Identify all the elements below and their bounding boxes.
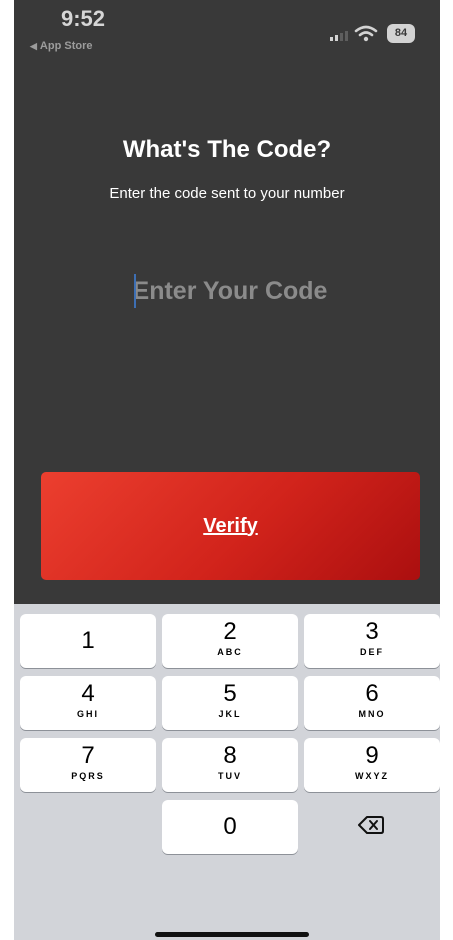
key-digit: 7: [81, 742, 95, 769]
key-digit: 9: [365, 742, 379, 769]
key-digit: 6: [365, 680, 379, 707]
back-label: App Store: [39, 40, 93, 52]
key-digit: 4: [81, 680, 95, 707]
key-6[interactable]: 6 MNO: [304, 676, 440, 730]
key-digit: 0: [223, 813, 237, 840]
key-letters: ABC: [217, 647, 243, 657]
status-bar: 9:52 ◀ App Store 84: [14, 0, 440, 60]
key-digit: 8: [223, 742, 237, 769]
text-cursor: [134, 274, 136, 308]
backspace-icon[interactable]: [356, 810, 386, 840]
key-2[interactable]: 2 ABC: [162, 614, 298, 668]
key-5[interactable]: 5 JKL: [162, 676, 298, 730]
cellular-signal-icon: [330, 31, 348, 41]
key-letters: PQRS: [71, 771, 105, 781]
status-time: 9:52: [61, 6, 106, 31]
key-9[interactable]: 9 WXYZ: [304, 738, 440, 792]
key-7[interactable]: 7 PQRS: [20, 738, 156, 792]
key-letters: DEF: [360, 647, 384, 657]
key-letters: WXYZ: [355, 771, 389, 781]
verify-button[interactable]: Verify: [41, 472, 420, 580]
key-3[interactable]: 3 DEF: [304, 614, 440, 668]
key-digit: 1: [81, 627, 95, 654]
battery-indicator: 84: [387, 24, 415, 43]
key-1[interactable]: 1: [20, 614, 156, 668]
key-digit: 5: [223, 680, 237, 707]
page-subtitle: Enter the code sent to your number: [109, 185, 345, 202]
key-4[interactable]: 4 GHI: [20, 676, 156, 730]
numeric-keyboard: 1 2 ABC 3 DEF 4 GHI 5 JKL 6 MNO 7 PQRS 8…: [14, 604, 440, 940]
key-digit: 3: [365, 618, 379, 645]
key-8[interactable]: 8 TUV: [162, 738, 298, 792]
back-to-app-store-link[interactable]: ◀ App Store: [30, 40, 92, 52]
back-arrow-icon: ◀: [30, 41, 37, 51]
wifi-icon: [354, 25, 378, 42]
page-title: What's The Code?: [122, 136, 332, 163]
phone-screen: 9:52 ◀ App Store 84 What's The Code? Ente…: [14, 0, 440, 940]
key-letters: TUV: [218, 771, 242, 781]
key-letters: JKL: [218, 709, 242, 719]
code-input[interactable]: [120, 268, 340, 314]
home-indicator: [155, 932, 309, 937]
key-letters: GHI: [76, 709, 99, 719]
key-letters: MNO: [358, 709, 386, 719]
key-digit: 2: [223, 618, 237, 645]
key-0[interactable]: 0: [162, 800, 298, 854]
